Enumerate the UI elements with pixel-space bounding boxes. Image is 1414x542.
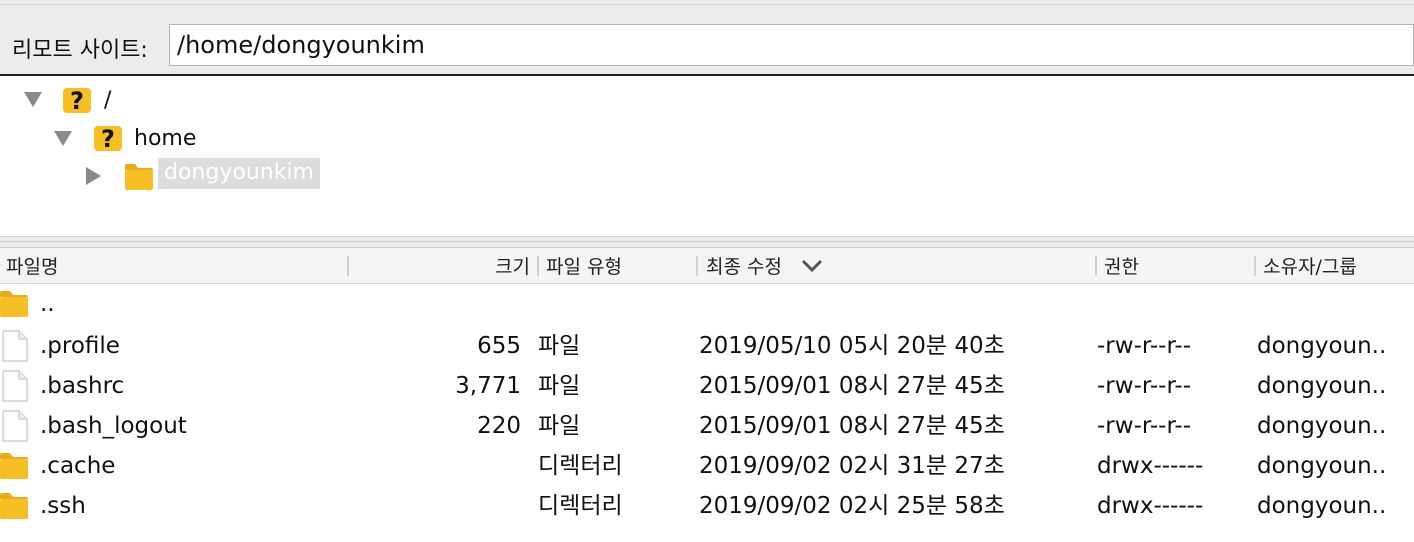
file-row[interactable]: .ssh 디렉터리 2019/09/02 02시 25분 58초 drwx---… <box>0 486 1414 526</box>
folder-icon <box>0 490 30 522</box>
file-modified: 2015/09/01 08시 27분 45초 <box>699 413 1005 439</box>
file-row[interactable]: .profile 655 파일 2019/05/10 05시 20분 40초 -… <box>0 326 1414 366</box>
tree-label-home[interactable]: home <box>134 126 196 151</box>
column-header-modified[interactable]: 최종 수정 <box>706 248 782 284</box>
expand-arrow-icon[interactable] <box>24 91 42 107</box>
file-name: .cache <box>40 453 116 479</box>
file-row[interactable]: .bashrc 3,771 파일 2015/09/01 08시 27분 45초 … <box>0 366 1414 406</box>
column-separator[interactable] <box>696 256 698 276</box>
file-type: 파일 <box>538 373 581 399</box>
column-separator[interactable] <box>1095 256 1097 276</box>
file-owner: dongyoun.. <box>1257 373 1387 399</box>
file-type: 디렉터리 <box>538 493 623 519</box>
file-permissions: -rw-r--r-- <box>1097 373 1192 399</box>
file-icon <box>0 330 30 362</box>
column-separator[interactable] <box>537 256 539 276</box>
remote-path-input[interactable]: /home/dongyounkim <box>169 24 1414 66</box>
tree-node-root[interactable] <box>24 80 42 118</box>
file-permissions: -rw-r--r-- <box>1097 333 1192 359</box>
column-header-name[interactable]: 파일명 <box>6 248 58 284</box>
file-modified: 2019/09/02 02시 25분 58초 <box>699 493 1005 519</box>
column-header-size[interactable]: 크기 <box>495 248 530 284</box>
file-list: .. .profile 655 파일 2019/05/10 05시 20분 40… <box>0 284 1414 542</box>
tree-node-dongyounkim[interactable] <box>86 157 101 195</box>
file-type: 파일 <box>538 333 581 359</box>
column-header-type[interactable]: 파일 유형 <box>546 248 622 284</box>
file-name: .profile <box>40 333 120 359</box>
file-permissions: drwx------ <box>1097 453 1204 479</box>
file-modified: 2015/09/01 08시 27분 45초 <box>699 373 1005 399</box>
file-permissions: drwx------ <box>1097 493 1204 519</box>
file-modified: 2019/09/02 02시 31분 27초 <box>699 453 1005 479</box>
remote-site-label: 리모트 사이트: <box>12 38 148 63</box>
file-size: 655 <box>477 333 521 359</box>
folder-icon <box>124 161 156 193</box>
file-modified: 2019/05/10 05시 20분 40초 <box>699 333 1005 359</box>
file-icon <box>0 370 30 402</box>
file-type: 디렉터리 <box>538 453 623 479</box>
file-owner: dongyoun.. <box>1257 453 1387 479</box>
file-owner: dongyoun.. <box>1257 333 1387 359</box>
file-type: 파일 <box>538 413 581 439</box>
file-row[interactable]: .cache 디렉터리 2019/09/02 02시 31분 27초 drwx-… <box>0 446 1414 486</box>
file-permissions: -rw-r--r-- <box>1097 413 1192 439</box>
file-row-parent[interactable]: .. <box>0 284 1414 324</box>
column-header-owner[interactable]: 소유자/그룹 <box>1263 248 1357 284</box>
file-name: .bash_logout <box>40 413 187 439</box>
file-size: 3,771 <box>455 373 521 399</box>
column-separator[interactable] <box>1254 256 1256 276</box>
tree-label-root[interactable]: / <box>104 88 111 113</box>
file-owner: dongyoun.. <box>1257 493 1387 519</box>
directory-tree: / home dongyounkim <box>0 76 1414 236</box>
file-name: .. <box>40 291 55 317</box>
tree-node-home[interactable] <box>54 119 72 157</box>
folder-icon <box>0 288 30 320</box>
top-strip <box>0 0 1414 19</box>
tree-label-dongyounkim[interactable]: dongyounkim <box>158 158 320 189</box>
pane-splitter[interactable] <box>0 236 1414 248</box>
unknown-folder-icon <box>93 124 123 152</box>
column-separator[interactable] <box>347 256 349 276</box>
file-name: .bashrc <box>40 373 125 399</box>
file-size: 220 <box>477 413 521 439</box>
file-icon <box>0 410 30 442</box>
collapse-arrow-icon[interactable] <box>86 167 101 185</box>
remote-site-bar: 리모트 사이트: /home/dongyounkim <box>0 18 1414 76</box>
expand-arrow-icon[interactable] <box>54 130 72 146</box>
unknown-folder-icon <box>62 86 92 114</box>
folder-icon <box>0 450 30 482</box>
sort-descending-icon[interactable] <box>801 259 823 273</box>
file-list-header: 파일명 크기 파일 유형 최종 수정 권한 소유자/그룹 <box>0 248 1414 284</box>
file-owner: dongyoun.. <box>1257 413 1387 439</box>
file-row[interactable]: .bash_logout 220 파일 2015/09/01 08시 27분 4… <box>0 406 1414 446</box>
file-name: .ssh <box>40 493 86 519</box>
column-header-permissions[interactable]: 권한 <box>1104 248 1139 284</box>
